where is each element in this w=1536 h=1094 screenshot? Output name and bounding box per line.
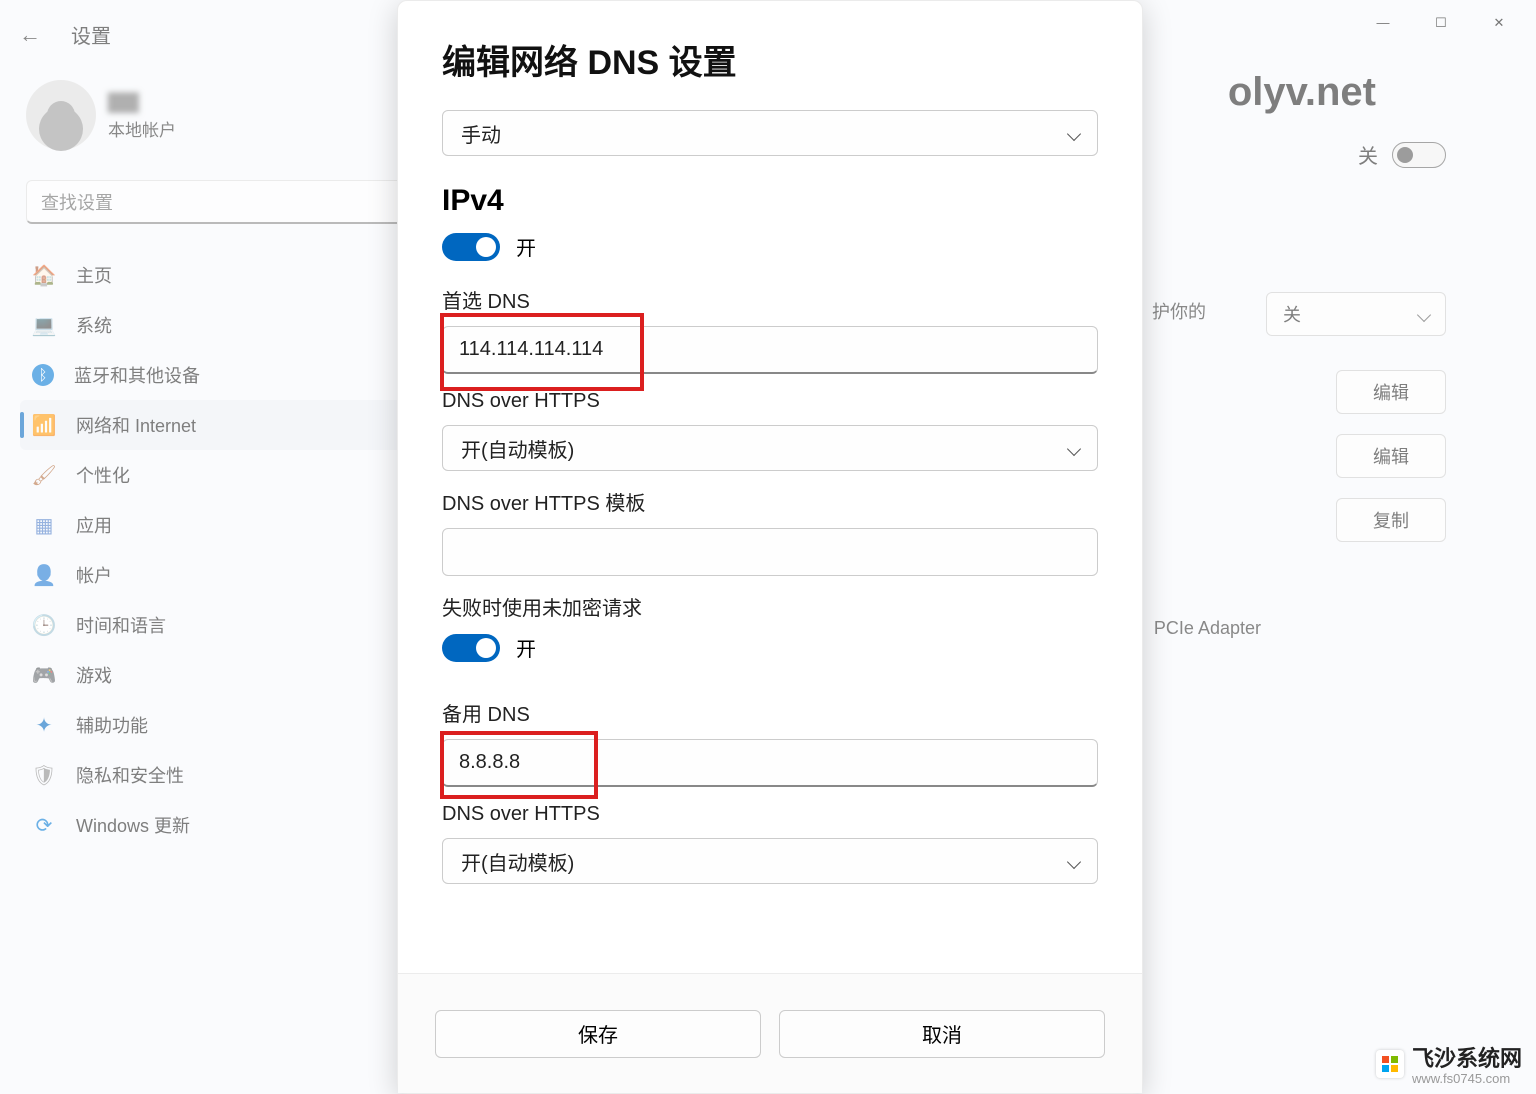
ipv4-heading: IPv4 bbox=[442, 184, 1098, 218]
doh1-value: 开(自动模板) bbox=[461, 434, 574, 463]
doh1-label: DNS over HTTPS bbox=[442, 390, 1098, 413]
dns-mode-select[interactable]: 手动 bbox=[442, 110, 1098, 156]
doh2-value: 开(自动模板) bbox=[461, 847, 574, 876]
alt-dns-value: 8.8.8.8 bbox=[459, 751, 520, 774]
chevron-down-icon bbox=[1069, 437, 1079, 460]
dialog-title: 编辑网络 DNS 设置 bbox=[442, 35, 1098, 84]
primary-dns-label: 首选 DNS bbox=[442, 285, 1098, 314]
ipv4-toggle-label: 开 bbox=[516, 232, 536, 261]
primary-dns-input[interactable]: 114.114.114.114 bbox=[442, 326, 1098, 374]
chevron-down-icon bbox=[1069, 122, 1079, 145]
watermark-title: 飞沙系统网 bbox=[1412, 1041, 1522, 1073]
fallback-toggle[interactable] bbox=[442, 634, 500, 662]
chevron-down-icon bbox=[1069, 850, 1079, 873]
doh-template-label: DNS over HTTPS 模板 bbox=[442, 487, 1098, 516]
alt-dns-label: 备用 DNS bbox=[442, 698, 1098, 727]
doh2-select[interactable]: 开(自动模板) bbox=[442, 838, 1098, 884]
fallback-toggle-label: 开 bbox=[516, 633, 536, 662]
cancel-button[interactable]: 取消 bbox=[779, 1010, 1105, 1058]
alt-dns-input[interactable]: 8.8.8.8 bbox=[442, 739, 1098, 787]
fallback-label: 失败时使用未加密请求 bbox=[442, 592, 1098, 621]
dns-mode-value: 手动 bbox=[461, 119, 501, 148]
doh-template-input[interactable] bbox=[442, 528, 1098, 576]
save-button[interactable]: 保存 bbox=[435, 1010, 761, 1058]
watermark-logo-icon bbox=[1376, 1050, 1404, 1078]
ipv4-toggle[interactable] bbox=[442, 233, 500, 261]
primary-dns-value: 114.114.114.114 bbox=[459, 338, 603, 361]
dns-settings-dialog: 编辑网络 DNS 设置 手动 IPv4 开 首选 DNS 114.114.114… bbox=[397, 0, 1143, 1094]
watermark: 飞沙系统网 www.fs0745.com bbox=[1376, 1041, 1522, 1086]
doh1-select[interactable]: 开(自动模板) bbox=[442, 425, 1098, 471]
watermark-url: www.fs0745.com bbox=[1412, 1071, 1522, 1086]
doh2-label: DNS over HTTPS bbox=[442, 803, 1098, 826]
